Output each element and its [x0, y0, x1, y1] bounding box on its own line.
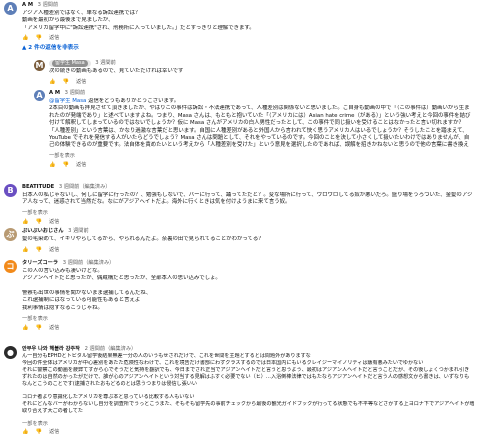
comment-actions: 👍 👎 返信 — [22, 324, 59, 332]
comment-actions: 👍 👎 返信 — [22, 428, 59, 435]
comment-line: 日本人の私じゃないし、何しに留学に行ったの？、勉強もしないで、バーに行って、踊っ… — [22, 192, 473, 206]
comment-line: 動画を最初から最後まで見ましたが、 — [22, 17, 114, 24]
like-icon[interactable]: 👍 — [22, 35, 28, 41]
dislike-icon[interactable]: 👎 — [62, 79, 68, 85]
dislike-icon[interactable]: 👎 — [35, 325, 41, 331]
reply-button[interactable]: 返信 — [49, 428, 59, 435]
comment-thread: ぷ ぷいぷいおじさん 3 週間前 髪の毛染めて、イキリやらしてるから、やられるん… — [0, 226, 480, 256]
avatar[interactable]: B — [4, 184, 17, 197]
dislike-icon[interactable]: 👎 — [35, 429, 41, 435]
reply-button[interactable]: 返信 — [49, 246, 59, 253]
timestamp[interactable]: 3 週間前 — [65, 90, 86, 96]
comment-text: 次の続きの動画もあるので、見ていただければ幸いです — [49, 68, 469, 75]
comment-line: それに警察この動画を疲弊てすから心でそうだと気持を翻訳でも、今日までされ正当でア… — [22, 366, 470, 387]
like-icon[interactable]: 👍 — [22, 429, 28, 435]
avatar[interactable]: M — [34, 60, 45, 71]
author-name[interactable]: ぷいぷいおじさん — [22, 228, 64, 234]
comment-header: タリーズコーラ 3 週間前（編集済み） — [22, 260, 114, 267]
comment-line: アジア人種差別ではなく、単なる訴訟連携では？ — [22, 10, 141, 16]
comment-header: 留学生 Masa 3 週間前 — [49, 60, 116, 67]
avatar[interactable]: ぷ — [4, 228, 17, 241]
like-icon[interactable]: 👍 — [22, 219, 28, 225]
hide-replies-button[interactable]: ▲ 2 件の返信を非表示 — [22, 43, 79, 51]
like-icon[interactable]: 👍 — [49, 79, 55, 85]
author-name[interactable]: 留学生 Masa — [52, 60, 88, 67]
author-name[interactable]: タリーズコーラ — [22, 260, 58, 266]
author-name[interactable]: 안부우 나와 헤볼라 강주작 — [22, 346, 80, 352]
comment-line: アジアンヘイトだと思ったが、偶蔵構だと思ったが、全部本人の思い込みでしょ。 — [22, 275, 221, 282]
comment-text: アジア人種差別ではなく、単なる訴訟連携では？ 動画を最初から最後まで見ましたが、… — [22, 10, 472, 32]
comment-line: 今回の件全体はアメリカが中心差別をあたた危険性なわけで、これを境告だけ書部にわず… — [22, 359, 424, 366]
show-less-button[interactable]: 一部を表示 — [22, 420, 48, 427]
chevron-up-icon: ▲ — [22, 45, 27, 51]
timestamp[interactable]: 3 週間前 — [95, 60, 116, 66]
comment-text: @留学生 Masa 返信をどうもありがとうございます。 2本目の動画も拝見させて… — [49, 98, 474, 149]
author-name[interactable]: A M — [22, 2, 33, 8]
comment-actions: 👍 👎 返信 — [49, 161, 86, 169]
reply: A A M 3 週間前 @留学生 Masa 返信をどうもありがとうございます。 … — [0, 88, 480, 180]
like-icon[interactable]: 👍 — [49, 162, 55, 168]
reply: M 留学生 Masa 3 週間前 次の続きの動画もあるので、見ていただければ幸い… — [0, 58, 480, 88]
comment-thread: A A M 3 週間前 アジア人種差別ではなく、単なる訴訟連携では？ 動画を最初… — [0, 0, 480, 64]
timestamp[interactable]: 3 週間前 — [38, 2, 59, 8]
comment-line: これ逮捕制にはなっている可能性もあると言えよ — [22, 297, 141, 304]
reply-button[interactable]: 返信 — [76, 78, 86, 85]
comment-line: ん一自分もEPHDとトビタル留学後結果無差一分の人のいうもせされだけで、これを世… — [22, 353, 311, 359]
dislike-icon[interactable]: 👎 — [35, 219, 41, 225]
comment-header: A M 3 週間前 — [49, 90, 85, 97]
avatar[interactable]: コ — [4, 260, 17, 273]
timestamp[interactable]: 3 週間前（編集済み） — [63, 260, 115, 266]
dislike-icon[interactable]: 👎 — [35, 247, 41, 253]
dislike-icon[interactable]: 👎 — [62, 162, 68, 168]
show-less-button[interactable]: 一部を表示 — [22, 315, 48, 322]
mention-link[interactable]: @留学生 Masa — [49, 98, 86, 104]
author-name[interactable]: BEATITUDE — [22, 184, 54, 190]
comment-line — [22, 283, 472, 290]
comment-thread: B BEATITUDE 3 週間前（編集済み） 日本人の私じゃないし、何しに留学… — [0, 182, 480, 226]
dislike-icon[interactable]: 👎 — [35, 35, 41, 41]
avatar[interactable]: ● — [4, 346, 17, 359]
show-less-button[interactable]: 一部を表示 — [49, 152, 75, 159]
comment-line: それにどんなバーがわからないし自分を調査所でうっとこうまた、そもそも留学先の事前… — [22, 400, 474, 407]
comment-text: 髪の毛染めて、イキリやらしてるから、やられるんだよ。奈裏の田で見られてることがわ… — [22, 236, 474, 243]
reply-button[interactable]: 返信 — [49, 34, 59, 41]
comment-line: 髪の毛染めて、イキリやらしてるから、やられるんだよ。奈裏の田で見られてることがわ… — [22, 236, 264, 242]
avatar[interactable]: A — [4, 2, 17, 15]
comment-line: 取り合えず大ごの者してた — [22, 407, 83, 414]
comment-line: 2本目の動画も拝見させて頂きましたが、やはりこの事件は訴訟・不法連携であって、人… — [49, 105, 471, 149]
comment-text: ん一自分もEPHDとトビタル留学後結果無差一分の人のいうもせされだけで、これを世… — [22, 353, 474, 415]
comment-line: 「アメリカ留学中に"訴訟連携"され、刑務所に入っていました。」だとすっきりと理解… — [22, 24, 255, 31]
comment-line: 警察も出世の事情を聞かないまま逮捕してるんだね、 — [22, 289, 152, 296]
timestamp[interactable]: 3 週間前（編集済み） — [59, 184, 111, 190]
comment-header: 안부우 나와 헤볼라 강주작 2 週間前（編集済み） — [22, 346, 136, 353]
comment-thread: ● 안부우 나와 헤볼라 강주작 2 週間前（編集済み） ん一自分もEPHDとト… — [0, 344, 480, 435]
comment-line: @留学生 Masa 返信をどうもありがとうございます。 — [49, 98, 180, 104]
reply-button[interactable]: 返信 — [49, 324, 59, 331]
comment-text: この人の言い込みも凄いけどな。 アジアンヘイトだと思ったが、偶蔵構だと思ったが、… — [22, 268, 472, 312]
show-less-button[interactable]: 一部を表示 — [22, 209, 48, 216]
author-name[interactable]: A M — [49, 90, 60, 96]
like-icon[interactable]: 👍 — [22, 325, 28, 331]
timestamp[interactable]: 2 週間前（編集済み） — [85, 346, 137, 352]
reply-button[interactable]: 返信 — [49, 218, 59, 225]
avatar[interactable]: A — [34, 90, 45, 101]
like-icon[interactable]: 👍 — [22, 247, 28, 253]
timestamp[interactable]: 3 週間前 — [68, 228, 89, 234]
comment-actions: 👍 👎 返信 — [22, 218, 59, 226]
comment-actions: 👍 👎 返信 — [22, 246, 59, 254]
comment-header: A M 3 週間前 — [22, 2, 58, 9]
comment-actions: 👍 👎 返信 — [22, 34, 59, 42]
comment-header: BEATITUDE 3 週間前（編集済み） — [22, 184, 110, 191]
comment-text: 日本人の私じゃないし、何しに留学に行ったの？、勉強もしないで、バーに行って、踊っ… — [22, 192, 474, 207]
comment-thread: コ タリーズコーラ 3 週間前（編集済み） この人の言い込みも凄いけどな。 アジ… — [0, 258, 480, 342]
replies-toggle-label: 2 件の返信を非表示 — [28, 45, 79, 51]
comment-line: コロナ者より意識化したアメリカを尊ぶ本と思っている比較する人もいない — [22, 393, 195, 400]
comment-header: ぷいぷいおじさん 3 週間前 — [22, 228, 89, 235]
comment-line: 我利事情は隠すなるこうじゃね。 — [22, 304, 103, 311]
reply-button[interactable]: 返信 — [76, 161, 86, 168]
comment-line: 次の続きの動画もあるので、見ていただければ幸いです — [49, 68, 184, 74]
comment-actions: 👍 👎 返信 — [49, 78, 86, 86]
comment-line: この人の言い込みも凄いけどな。 — [22, 268, 103, 274]
